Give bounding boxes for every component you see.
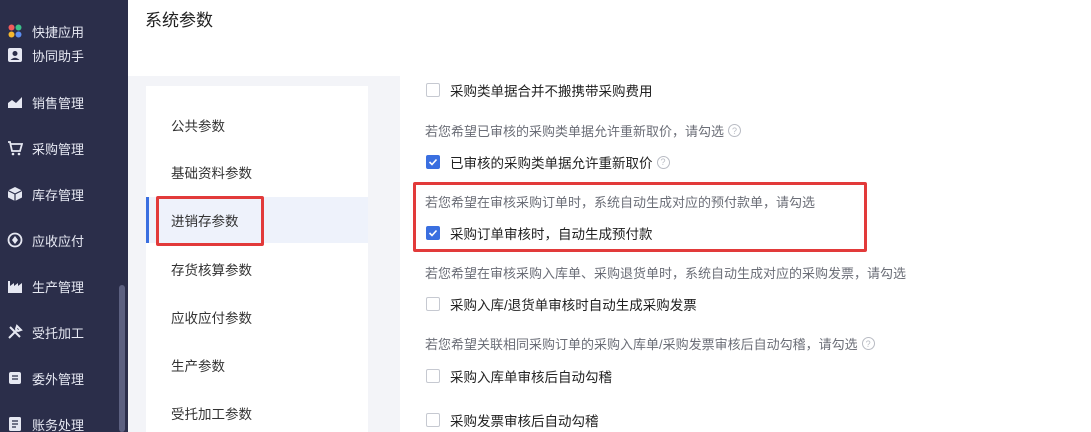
option-description: 若您希望已审核的采购类单据允许重新取价，请勾选 ? bbox=[425, 121, 742, 140]
cart-icon bbox=[6, 139, 24, 157]
option-label: 采购入库单审核后自动勾稽 bbox=[450, 370, 612, 385]
sidebar-item-label: 协同助手 bbox=[32, 48, 85, 64]
description-text: 若您希望关联相同采购订单的采购入库单/采购发票审核后自动勾稽，请勾选 bbox=[425, 337, 858, 352]
help-icon[interactable]: ? bbox=[728, 124, 742, 137]
page-title: 系统参数 bbox=[145, 11, 213, 30]
description-text: 若您希望已审核的采购类单据允许重新取价，请勾选 bbox=[425, 124, 725, 139]
option-label: 已审核的采购类单据允许重新取价 bbox=[450, 156, 653, 171]
option-checkbox[interactable] bbox=[426, 155, 440, 169]
sidebar-item-contract-processing[interactable]: 受托加工 bbox=[0, 318, 120, 346]
checkmark-icon bbox=[428, 158, 438, 166]
description-text: 若您希望在审核采购入库单、采购退货单时，系统自动生成对应的采购发票，请勾选 bbox=[425, 266, 907, 281]
page-header: 系统参数 bbox=[128, 0, 1091, 76]
sidebar-item-production[interactable]: 生产管理 bbox=[0, 272, 120, 300]
sidebar-item-purchase[interactable]: 采购管理 bbox=[0, 134, 120, 162]
sidebar-item-label: 受托加工 bbox=[32, 325, 85, 341]
nav-item-public[interactable]: 公共参数 bbox=[146, 102, 368, 148]
sidebar-item-label: 应收应付 bbox=[32, 233, 85, 249]
nav-item-purchase-sales-inventory[interactable]: 进销存参数 bbox=[146, 197, 368, 243]
nav-item-contract-processing[interactable]: 受托加工参数 bbox=[146, 390, 368, 432]
sidebar-item-label: 账务处理 bbox=[32, 417, 85, 432]
sidebar-item-label: 生产管理 bbox=[32, 279, 85, 295]
nav-item-label: 公共参数 bbox=[171, 119, 225, 134]
sidebar-item-collaboration[interactable]: 协同助手 bbox=[0, 41, 120, 69]
nav-item-inventory-costing[interactable]: 存货核算参数 bbox=[146, 246, 368, 292]
option-label: 采购订单审核时，自动生成预付款 bbox=[450, 227, 653, 242]
sidebar-item-label: 采购管理 bbox=[32, 141, 85, 157]
ledger-icon bbox=[6, 415, 24, 432]
option-label: 采购发票审核后自动勾稽 bbox=[450, 414, 599, 429]
active-indicator bbox=[146, 197, 149, 243]
apps-icon bbox=[6, 22, 24, 40]
nav-item-label: 应收应付参数 bbox=[171, 311, 252, 326]
sidebar-item-accounting[interactable]: 账务处理 bbox=[0, 410, 120, 432]
option-description: 若您希望在审核采购入库单、采购退货单时，系统自动生成对应的采购发票，请勾选 bbox=[425, 263, 906, 282]
option-row: 采购入库/退货单审核时自动生成采购发票 bbox=[426, 294, 697, 314]
box-icon bbox=[6, 185, 24, 203]
option-row: 采购类单据合并不搬携带采购费用 bbox=[426, 80, 653, 100]
payment-icon bbox=[6, 231, 24, 249]
sidebar-scrollbar[interactable] bbox=[119, 285, 125, 432]
nav-item-production[interactable]: 生产参数 bbox=[146, 342, 368, 388]
nav-item-label: 生产参数 bbox=[171, 359, 225, 374]
option-checkbox[interactable] bbox=[426, 226, 440, 240]
contact-card-icon bbox=[6, 46, 24, 64]
tools-icon bbox=[6, 323, 24, 341]
sidebar-item-inventory[interactable]: 库存管理 bbox=[0, 180, 120, 208]
description-text: 若您希望在审核采购订单时，系统自动生成对应的预付款单，请勾选 bbox=[425, 195, 816, 210]
help-icon[interactable]: ? bbox=[861, 337, 875, 350]
checkmark-icon bbox=[428, 229, 438, 237]
sidebar-item-receivable-payable[interactable]: 应收应付 bbox=[0, 226, 120, 254]
option-row: 采购订单审核时，自动生成预付款 bbox=[426, 223, 653, 243]
nav-item-basic-data[interactable]: 基础资料参数 bbox=[146, 149, 368, 195]
option-row: 采购入库单审核后自动勾稽 bbox=[426, 366, 612, 386]
option-label: 采购类单据合并不搬携带采购费用 bbox=[450, 84, 653, 99]
option-row: 采购发票审核后自动勾稽 bbox=[426, 410, 599, 430]
outsource-icon bbox=[6, 369, 24, 387]
sidebar-item-sales[interactable]: 销售管理 bbox=[0, 88, 120, 116]
nav-item-receivable-payable[interactable]: 应收应付参数 bbox=[146, 294, 368, 340]
sidebar-item-outsourcing[interactable]: 委外管理 bbox=[0, 364, 120, 392]
option-description: 若您希望关联相同采购订单的采购入库单/采购发票审核后自动勾稽，请勾选 ? bbox=[425, 334, 875, 353]
nav-item-label: 存货核算参数 bbox=[171, 263, 252, 278]
sidebar-item-label: 快捷应用 bbox=[32, 24, 85, 40]
sidebar-item-label: 委外管理 bbox=[32, 371, 85, 387]
nav-item-label: 进销存参数 bbox=[171, 214, 239, 229]
option-checkbox[interactable] bbox=[426, 413, 440, 427]
sidebar-item-label: 销售管理 bbox=[32, 95, 85, 111]
nav-item-label: 受托加工参数 bbox=[171, 407, 252, 422]
option-checkbox[interactable] bbox=[426, 297, 440, 311]
option-checkbox[interactable] bbox=[426, 83, 440, 97]
option-row: 已审核的采购类单据允许重新取价 ? bbox=[426, 152, 670, 172]
nav-item-label: 基础资料参数 bbox=[171, 166, 252, 181]
sidebar-item-label: 库存管理 bbox=[32, 187, 85, 203]
panel-divider bbox=[368, 76, 400, 432]
sales-chart-icon bbox=[6, 93, 24, 111]
option-label: 采购入库/退货单审核时自动生成采购发票 bbox=[450, 298, 697, 313]
help-icon[interactable]: ? bbox=[656, 155, 670, 169]
parameter-nav: 公共参数 基础资料参数 进销存参数 存货核算参数 应收应付参数 生产参数 受托加… bbox=[146, 86, 368, 432]
option-description: 若您希望在审核采购订单时，系统自动生成对应的预付款单，请勾选 bbox=[425, 192, 815, 211]
parameter-content: 采购类单据合并不搬携带采购费用 若您希望已审核的采购类单据允许重新取价，请勾选 … bbox=[400, 76, 1091, 432]
option-checkbox[interactable] bbox=[426, 369, 440, 383]
factory-icon bbox=[6, 277, 24, 295]
sidebar: 快捷应用 协同助手 销售管理 采购管理 库存管理 应收应付 生产管理 受托加工 … bbox=[0, 0, 128, 432]
